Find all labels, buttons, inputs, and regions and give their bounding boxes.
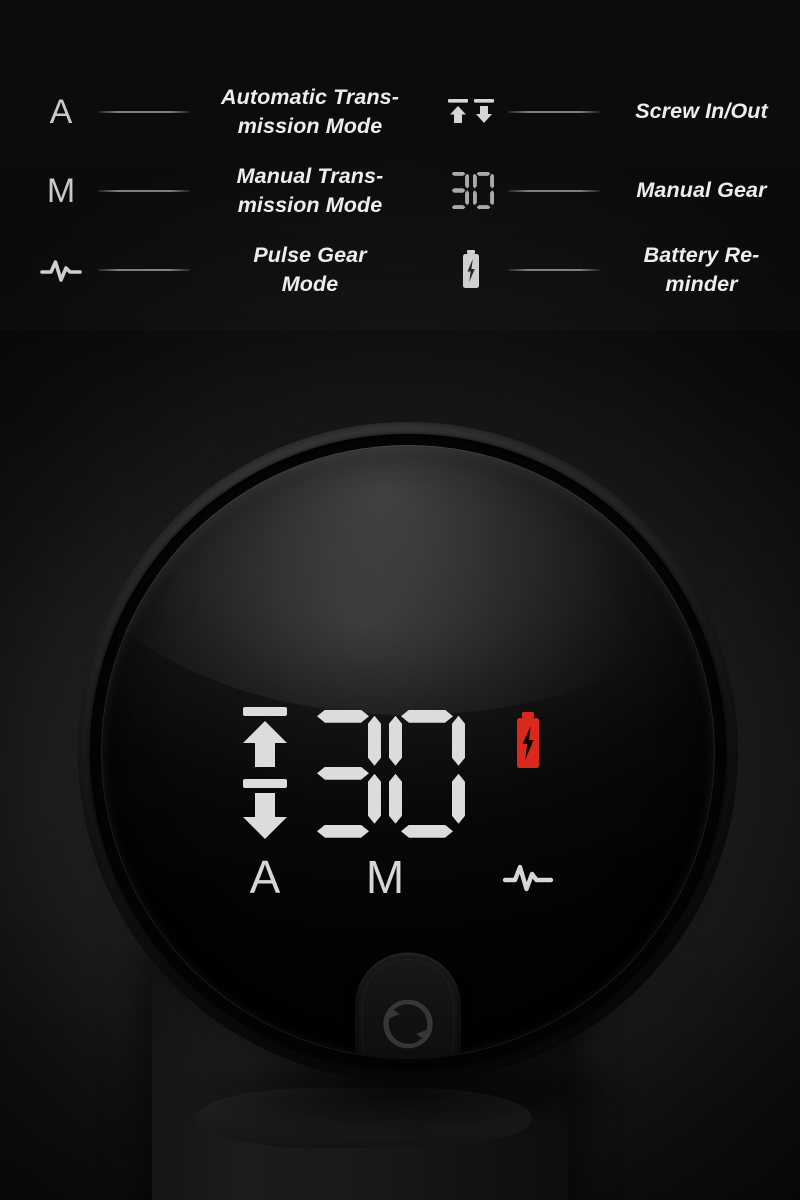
segment-g <box>401 767 453 780</box>
segment-d <box>317 825 369 838</box>
legend-connector-line <box>98 189 190 192</box>
segment-d <box>401 825 453 838</box>
legend-label-pulse-mode: Pulse Gear Mode <box>253 243 367 296</box>
letter-m-glyph: M <box>46 171 76 210</box>
legend-item-manual-gear: Manual Gear <box>440 151 795 230</box>
legend-column-left: A Automatic Trans- mission Mode M Manual… <box>30 72 420 309</box>
mode-indicator-row: A M <box>228 854 588 900</box>
segment-e <box>389 774 402 824</box>
seven-segment-digit <box>473 172 495 210</box>
pulse-wave-icon <box>30 255 92 285</box>
seven-segment-digit <box>448 172 470 210</box>
segment-b <box>368 716 381 766</box>
legend-label-automatic-mode: Automatic Trans- mission Mode <box>220 85 399 138</box>
control-dial[interactable]: A M <box>54 398 762 1106</box>
legend-connector-line <box>98 110 190 113</box>
screenshot-root: A Automatic Trans- mission Mode M Manual… <box>0 0 800 1200</box>
mode-indicator-pulse <box>468 859 588 895</box>
screw-in-out-arrows-icon <box>440 95 502 129</box>
direction-toggle-button[interactable] <box>355 952 460 1060</box>
seven-segment-30-icon <box>440 172 502 210</box>
segment-c <box>452 774 465 824</box>
legend-connector-line <box>508 268 600 271</box>
segment-c <box>368 774 381 824</box>
mode-indicator-auto: A <box>228 854 302 900</box>
screw-in-up-arrow-icon <box>242 706 287 767</box>
seven-segment-30-group <box>448 172 495 210</box>
seven-segment-digit-tens <box>305 710 381 838</box>
letter-a-glyph: A <box>49 92 73 131</box>
gear-number-display <box>302 710 468 838</box>
legend-item-pulse-mode: Pulse Gear Mode <box>30 230 420 309</box>
segment-g <box>317 767 369 780</box>
battery-indicator <box>468 711 588 836</box>
legend-item-battery-reminder: Battery Re- minder <box>440 230 795 309</box>
segment-f <box>305 716 318 766</box>
legend-column-right: Screw In/Out Manual Gear Battery Re- min… <box>440 72 795 309</box>
pulse-wave-icon <box>502 864 554 891</box>
screw-direction-indicator <box>228 706 302 841</box>
mode-indicator-manual: M <box>302 854 468 900</box>
legend-label-manual-mode: Manual Trans- mission Mode <box>236 164 384 217</box>
letter-a-icon: A <box>30 95 92 129</box>
mode-manual-label: M <box>365 850 405 903</box>
legend-label-screw-in-out: Screw In/Out <box>635 99 768 124</box>
rotation-reverse-icon <box>383 999 433 1049</box>
legend-panel: A Automatic Trans- mission Mode M Manual… <box>0 0 800 330</box>
legend-item-manual-mode: M Manual Trans- mission Mode <box>30 151 420 230</box>
lcd-display: A M <box>228 700 588 900</box>
lcd-top-row <box>228 700 588 848</box>
screw-out-down-arrow-icon <box>242 778 287 839</box>
letter-m-icon: M <box>30 174 92 208</box>
legend-item-screw-in-out: Screw In/Out <box>440 72 795 151</box>
segment-f <box>389 716 402 766</box>
legend-connector-line <box>98 268 190 271</box>
legend-label-manual-gear: Manual Gear <box>636 178 767 203</box>
battery-charge-icon <box>440 249 502 291</box>
legend-connector-line <box>508 189 600 192</box>
mode-auto-label: A <box>249 850 281 903</box>
battery-charging-icon <box>516 711 539 768</box>
seven-segment-digit-ones <box>389 710 465 838</box>
segment-a <box>317 710 369 723</box>
legend-item-automatic-mode: A Automatic Trans- mission Mode <box>30 72 420 151</box>
legend-label-battery-reminder: Battery Re- minder <box>643 243 760 296</box>
segment-a <box>401 710 453 723</box>
segment-e <box>305 774 318 824</box>
dial-glossy-face: A M <box>100 444 716 1060</box>
segment-b <box>452 716 465 766</box>
legend-connector-line <box>508 110 600 113</box>
